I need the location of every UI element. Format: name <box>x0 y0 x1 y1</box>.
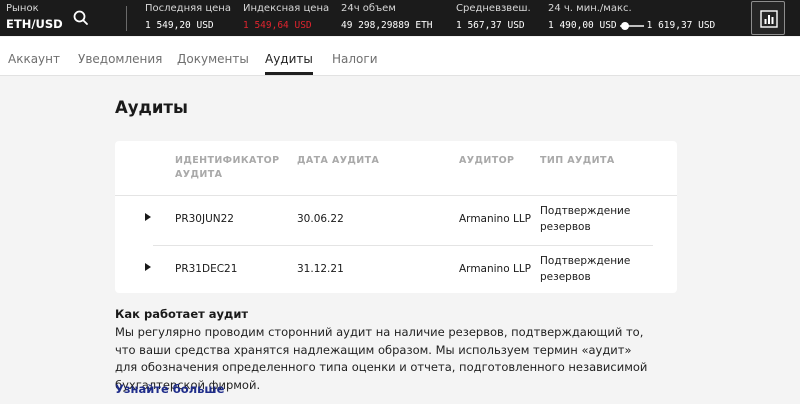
bar-chart-icon[interactable] <box>751 1 785 35</box>
audit-id: PR31DEC21 <box>175 263 238 275</box>
audit-date: 31.12.21 <box>297 263 344 275</box>
how-audit-works-heading: Как работает аудит <box>115 307 249 321</box>
audit-date: 30.06.22 <box>297 213 344 225</box>
range-slider <box>619 22 644 30</box>
last-price-value: 1 549,20 USD <box>145 20 214 31</box>
column-header-date: Дата аудита <box>297 155 380 166</box>
audits-table: Идентификатор аудита Дата аудита Аудитор… <box>115 141 677 293</box>
audit-type: Подтверждение резервов <box>540 205 631 233</box>
range-24h-stat: 24 ч. мин./макс. 1 490,00 USD 1 619,37 U… <box>548 2 715 33</box>
vwap-value: 1 567,37 USD <box>456 20 525 31</box>
audit-auditor: Armanino LLP <box>459 213 531 225</box>
search-icon[interactable] <box>72 9 90 27</box>
market-label: Рынок <box>6 3 39 14</box>
divider <box>126 6 127 31</box>
tab-notifications[interactable]: Уведомления <box>78 52 162 66</box>
index-price-value: 1 549,64 USD <box>243 20 312 31</box>
audit-type: Подтверждение резервов <box>540 255 631 283</box>
vwap-label: Средневзвеш. <box>456 3 531 14</box>
market-bar: Рынок ETH/USD Последняя цена 1 549,20 US… <box>0 0 800 36</box>
learn-more-link[interactable]: Узнайте больше <box>115 382 224 396</box>
audit-auditor: Armanino LLP <box>459 263 531 275</box>
volume-24h-value: 49 298,29889 ETH <box>341 20 433 31</box>
index-price-stat: Индексная цена 1 549,64 USD <box>243 2 329 33</box>
index-price-label: Индексная цена <box>243 3 330 14</box>
market-pair[interactable]: ETH/USD <box>6 16 63 32</box>
page-title: Аудиты <box>115 98 188 117</box>
tab-account[interactable]: Аккаунт <box>8 52 60 66</box>
column-header-type: Тип аудита <box>540 155 615 166</box>
volume-24h-stat: 24ч объем 49 298,29889 ETH <box>341 2 433 33</box>
audit-id: PR30JUN22 <box>175 213 234 225</box>
range-position-dot <box>621 22 630 30</box>
tab-taxes[interactable]: Налоги <box>332 52 378 66</box>
table-row[interactable]: PR31DEC21 31.12.21 Armanino LLP Подтверж… <box>115 246 677 293</box>
last-price-label: Последняя цена <box>145 3 231 14</box>
account-tabs: Аккаунт Уведомления Документы Аудиты Нал… <box>0 37 800 76</box>
last-price-stat: Последняя цена 1 549,20 USD <box>145 2 231 33</box>
vwap-stat: Средневзвеш. 1 567,37 USD <box>456 2 531 33</box>
table-row[interactable]: PR30JUN22 30.06.22 Armanino LLP Подтверж… <box>115 196 677 245</box>
column-header-auditor: Аудитор <box>459 155 515 166</box>
tab-documents[interactable]: Документы <box>177 52 249 66</box>
expand-caret-icon[interactable] <box>145 213 151 221</box>
range-min: 1 490,00 USD <box>548 20 617 31</box>
volume-24h-label: 24ч объем <box>341 3 396 14</box>
tab-audits[interactable]: Аудиты <box>265 52 313 75</box>
range-max: 1 619,37 USD <box>646 20 716 31</box>
range-24h-values: 1 490,00 USD 1 619,37 USD <box>548 19 715 33</box>
expand-caret-icon[interactable] <box>145 263 151 271</box>
market-selector[interactable]: Рынок ETH/USD <box>6 2 63 32</box>
range-24h-label: 24 ч. мин./макс. <box>548 3 632 14</box>
column-header-id: Идентификатор аудита <box>175 155 280 180</box>
